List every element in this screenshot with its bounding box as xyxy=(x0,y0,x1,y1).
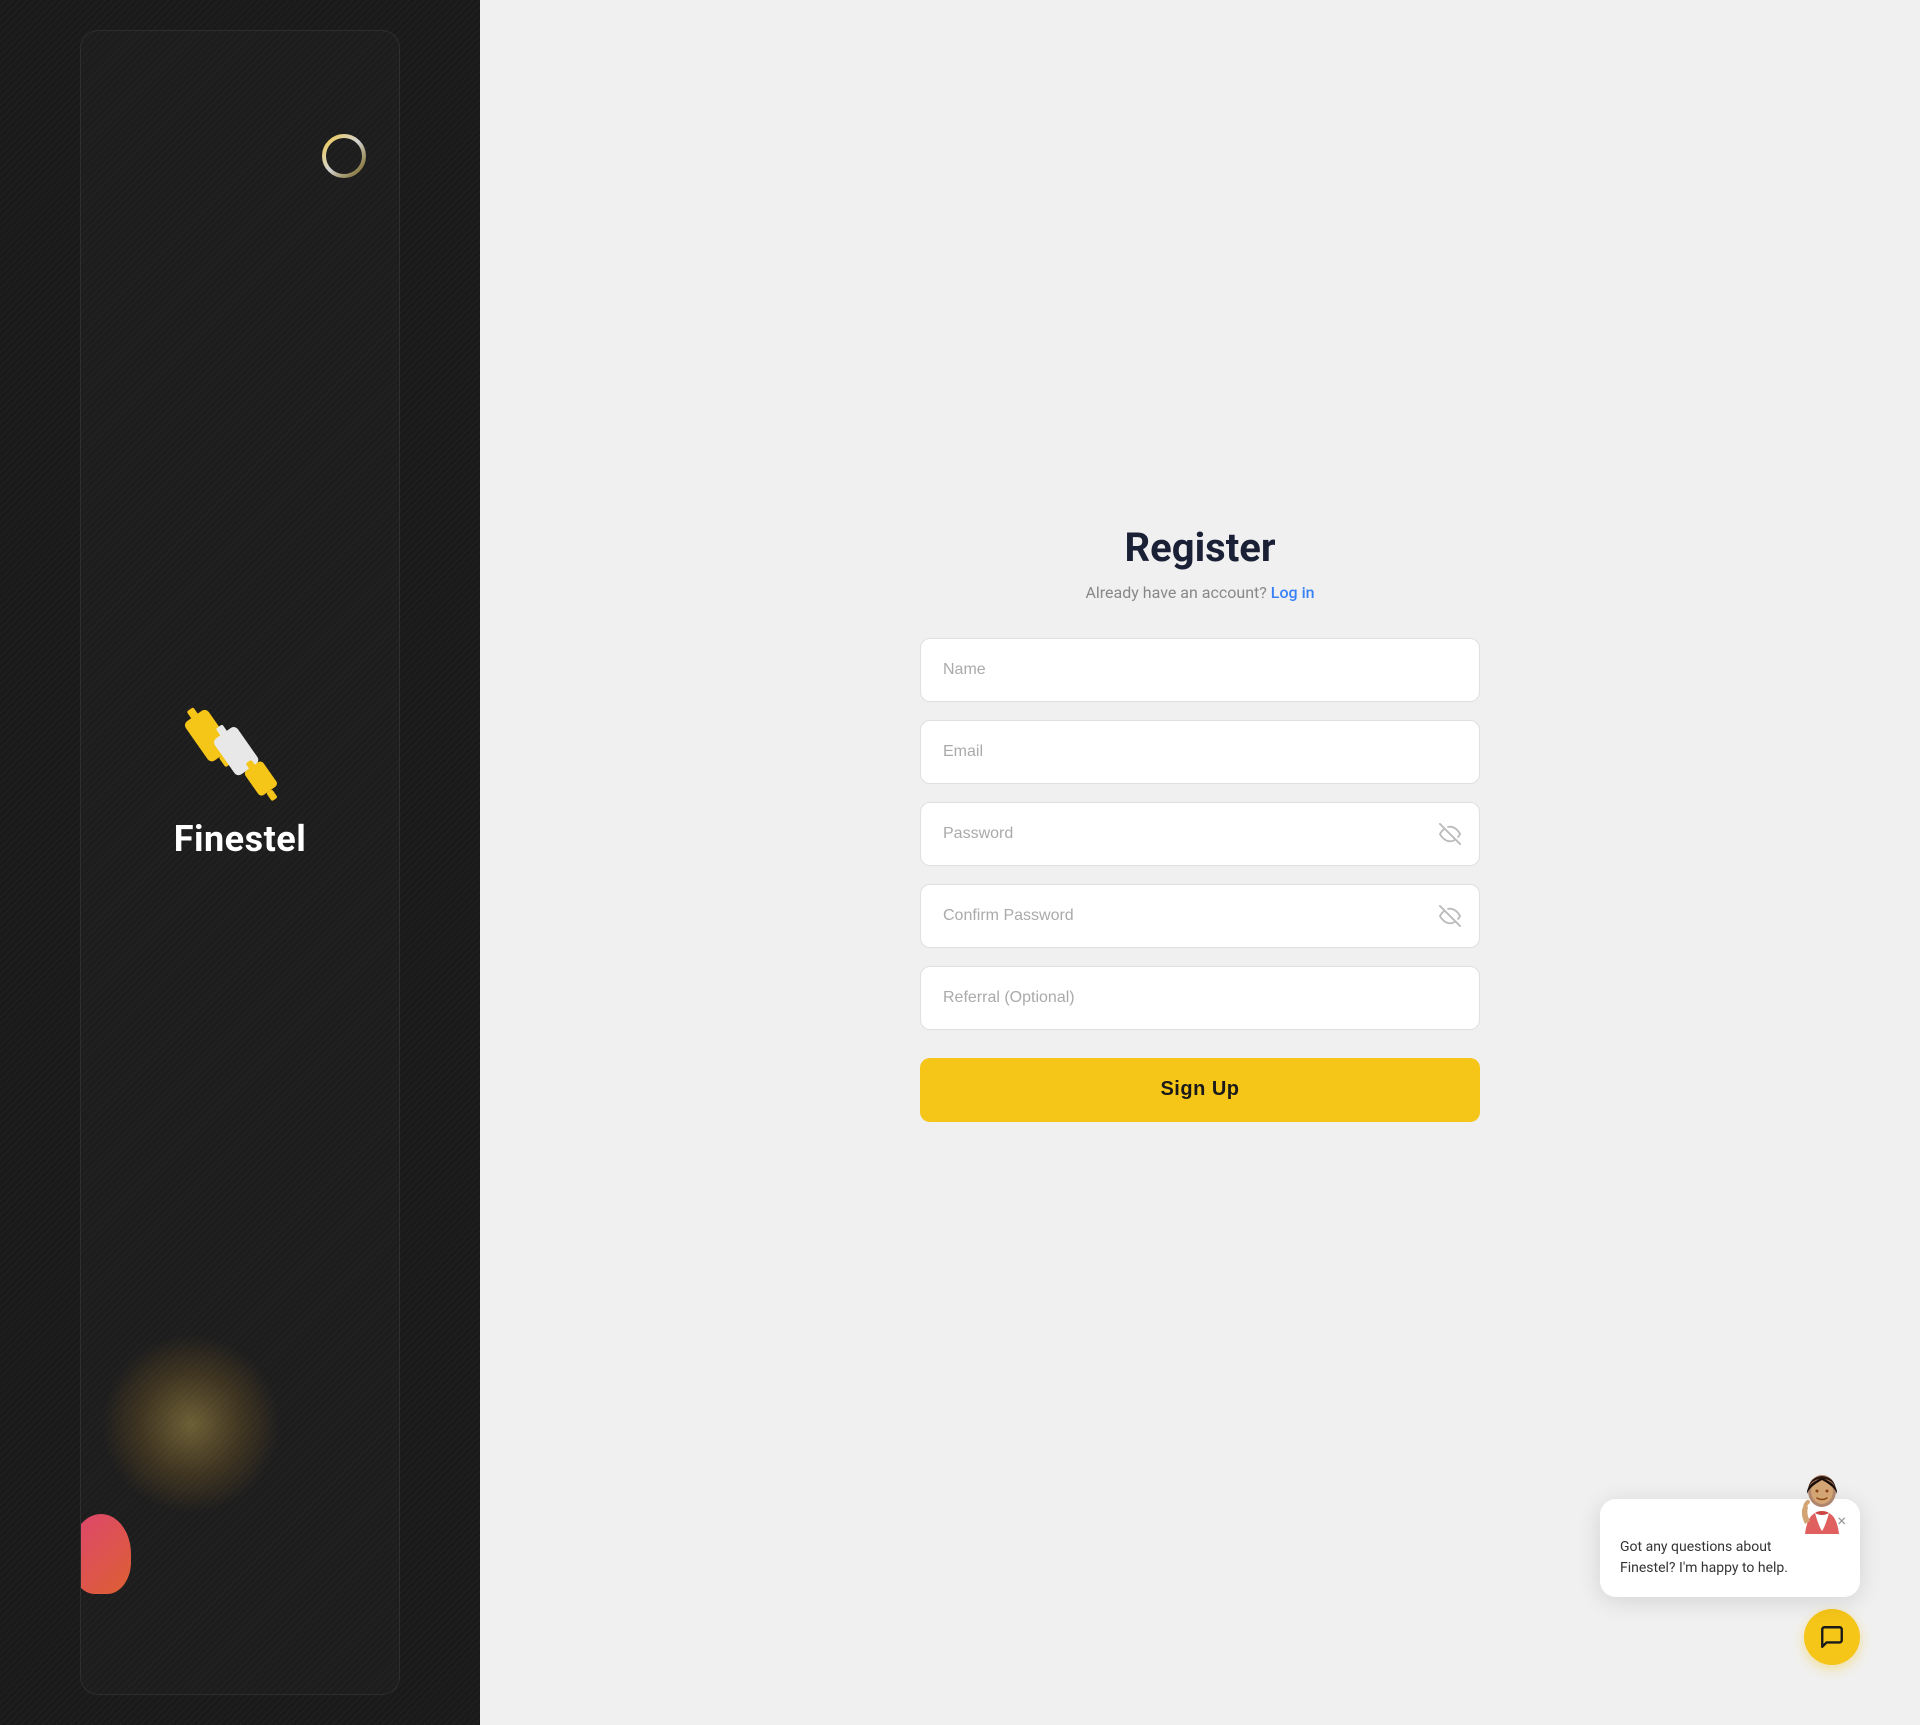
glow-effect xyxy=(101,1334,281,1514)
referral-input[interactable] xyxy=(920,966,1480,1030)
logo-area: Finestel xyxy=(174,698,307,860)
confirm-password-toggle-icon[interactable] xyxy=(1438,904,1462,928)
signup-button[interactable]: Sign Up xyxy=(920,1058,1480,1122)
chat-bubble: × Got any questions about Finestel? I'm … xyxy=(1600,1499,1860,1597)
confirm-password-field-group xyxy=(920,884,1480,948)
left-panel-inner: Finestel xyxy=(80,30,400,1695)
login-link[interactable]: Log in xyxy=(1271,583,1315,602)
right-panel: Register Already have an account? Log in xyxy=(480,0,1920,1725)
referral-field-group xyxy=(920,966,1480,1030)
left-panel: Finestel xyxy=(0,0,480,1725)
chat-message: Got any questions about Finestel? I'm ha… xyxy=(1620,1537,1840,1579)
chat-open-button[interactable] xyxy=(1804,1609,1860,1665)
email-input[interactable] xyxy=(920,720,1480,784)
candlestick-icon xyxy=(174,698,304,818)
name-input[interactable] xyxy=(920,638,1480,702)
password-toggle-icon[interactable] xyxy=(1438,822,1462,846)
close-icon[interactable]: × xyxy=(1837,1511,1846,1530)
brand-name: Finestel xyxy=(174,818,307,860)
ring-decoration xyxy=(319,131,369,181)
email-field-group xyxy=(920,720,1480,784)
confirm-password-input[interactable] xyxy=(920,884,1480,948)
chat-widget: × Got any questions about Finestel? I'm … xyxy=(1600,1499,1860,1665)
password-input[interactable] xyxy=(920,802,1480,866)
register-container: Register Already have an account? Log in xyxy=(900,524,1500,1122)
bottom-decoration xyxy=(80,1514,131,1594)
login-prompt: Already have an account? Log in xyxy=(920,583,1480,602)
already-account-text: Already have an account? xyxy=(1085,583,1266,602)
register-title: Register xyxy=(920,524,1480,571)
password-field-group xyxy=(920,802,1480,866)
name-field-group xyxy=(920,638,1480,702)
